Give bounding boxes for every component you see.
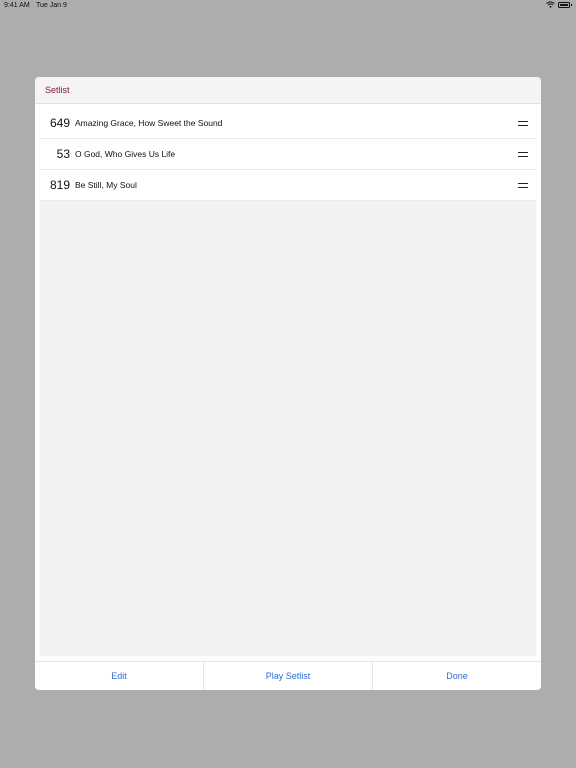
hymn-title: Amazing Grace, How Sweet the Sound bbox=[75, 118, 223, 128]
status-bar: 9:41 AM Tue Jan 9 bbox=[0, 0, 576, 12]
play-setlist-button[interactable]: Play Setlist bbox=[204, 662, 373, 690]
list-item[interactable]: 53 O God, Who Gives Us Life bbox=[40, 139, 536, 170]
hymn-title: O God, Who Gives Us Life bbox=[75, 149, 176, 159]
status-date: Tue Jan 9 bbox=[36, 2, 67, 9]
drag-handle-icon[interactable] bbox=[518, 152, 528, 157]
done-button[interactable]: Done bbox=[373, 662, 541, 690]
drag-handle-icon[interactable] bbox=[518, 183, 528, 188]
setlist-list[interactable]: 649 Amazing Grace, How Sweet the Sound 5… bbox=[40, 108, 536, 656]
modal-footer: Edit Play Setlist Done bbox=[35, 661, 541, 690]
hymn-number: 819 bbox=[49, 178, 70, 192]
wifi-icon bbox=[546, 1, 555, 8]
modal-header: Setlist bbox=[35, 77, 541, 104]
status-icons bbox=[546, 1, 572, 8]
hymn-number: 649 bbox=[49, 116, 70, 130]
hymn-number: 53 bbox=[56, 147, 70, 161]
edit-button[interactable]: Edit bbox=[35, 662, 204, 690]
list-item[interactable]: 819 Be Still, My Soul bbox=[40, 170, 536, 201]
status-time: 9:41 AM bbox=[4, 2, 30, 9]
modal-title: Setlist bbox=[45, 85, 70, 95]
battery-icon bbox=[558, 1, 572, 8]
setlist-modal: Setlist 649 Amazing Grace, How Sweet the… bbox=[35, 77, 541, 690]
hymn-title: Be Still, My Soul bbox=[75, 180, 137, 190]
drag-handle-icon[interactable] bbox=[518, 121, 528, 126]
list-item[interactable]: 649 Amazing Grace, How Sweet the Sound bbox=[40, 108, 536, 139]
